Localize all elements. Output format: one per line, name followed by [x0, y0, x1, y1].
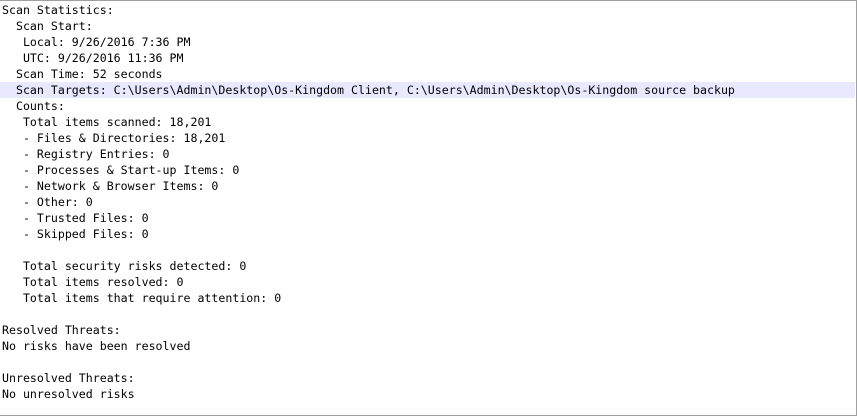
- log-line-no-unresolved-risks: No unresolved risks: [2, 387, 135, 401]
- log-line-blank: [0, 354, 855, 370]
- log-line-items-resolved: Total items resolved: 0: [2, 275, 184, 289]
- log-line-utc-time: UTC: 9/26/2016 11:36 PM: [2, 51, 184, 65]
- log-line-processes-startup: - Processes & Start-up Items: 0: [2, 163, 240, 177]
- log-text-view[interactable]: Scan Statistics: Scan Start: Local: 9/26…: [0, 2, 855, 402]
- log-line-registry-entries: - Registry Entries: 0: [2, 147, 170, 161]
- log-line-blank: [0, 306, 855, 322]
- log-line-scan-start: Scan Start:: [2, 19, 93, 33]
- log-line-blank: [0, 242, 855, 258]
- log-line-trusted-files: - Trusted Files: 0: [2, 211, 149, 225]
- log-line-heading-resolved-threats: Resolved Threats:: [2, 323, 121, 337]
- log-line-security-risks-detected: Total security risks detected: 0: [2, 259, 247, 273]
- log-line-network-browser: - Network & Browser Items: 0: [2, 179, 219, 193]
- log-line-files-directories: - Files & Directories: 18,201: [2, 131, 226, 145]
- log-line-heading-unresolved-threats: Unresolved Threats:: [2, 371, 135, 385]
- log-line-scan-time: Scan Time: 52 seconds: [2, 67, 163, 81]
- log-line-other: - Other: 0: [2, 195, 93, 209]
- log-line-scan-targets: Scan Targets: C:\Users\Admin\Desktop\Os-…: [0, 82, 855, 98]
- log-line-items-require-attention: Total items that require attention: 0: [2, 291, 282, 305]
- log-line-no-risks-resolved: No risks have been resolved: [2, 339, 191, 353]
- log-line-total-items-scanned: Total items scanned: 18,201: [2, 115, 212, 129]
- log-line-counts: Counts:: [2, 99, 65, 113]
- log-line-skipped-files: - Skipped Files: 0: [2, 227, 149, 241]
- log-line-heading-scan-statistics: Scan Statistics:: [2, 3, 114, 17]
- log-line-local-time: Local: 9/26/2016 7:36 PM: [2, 35, 191, 49]
